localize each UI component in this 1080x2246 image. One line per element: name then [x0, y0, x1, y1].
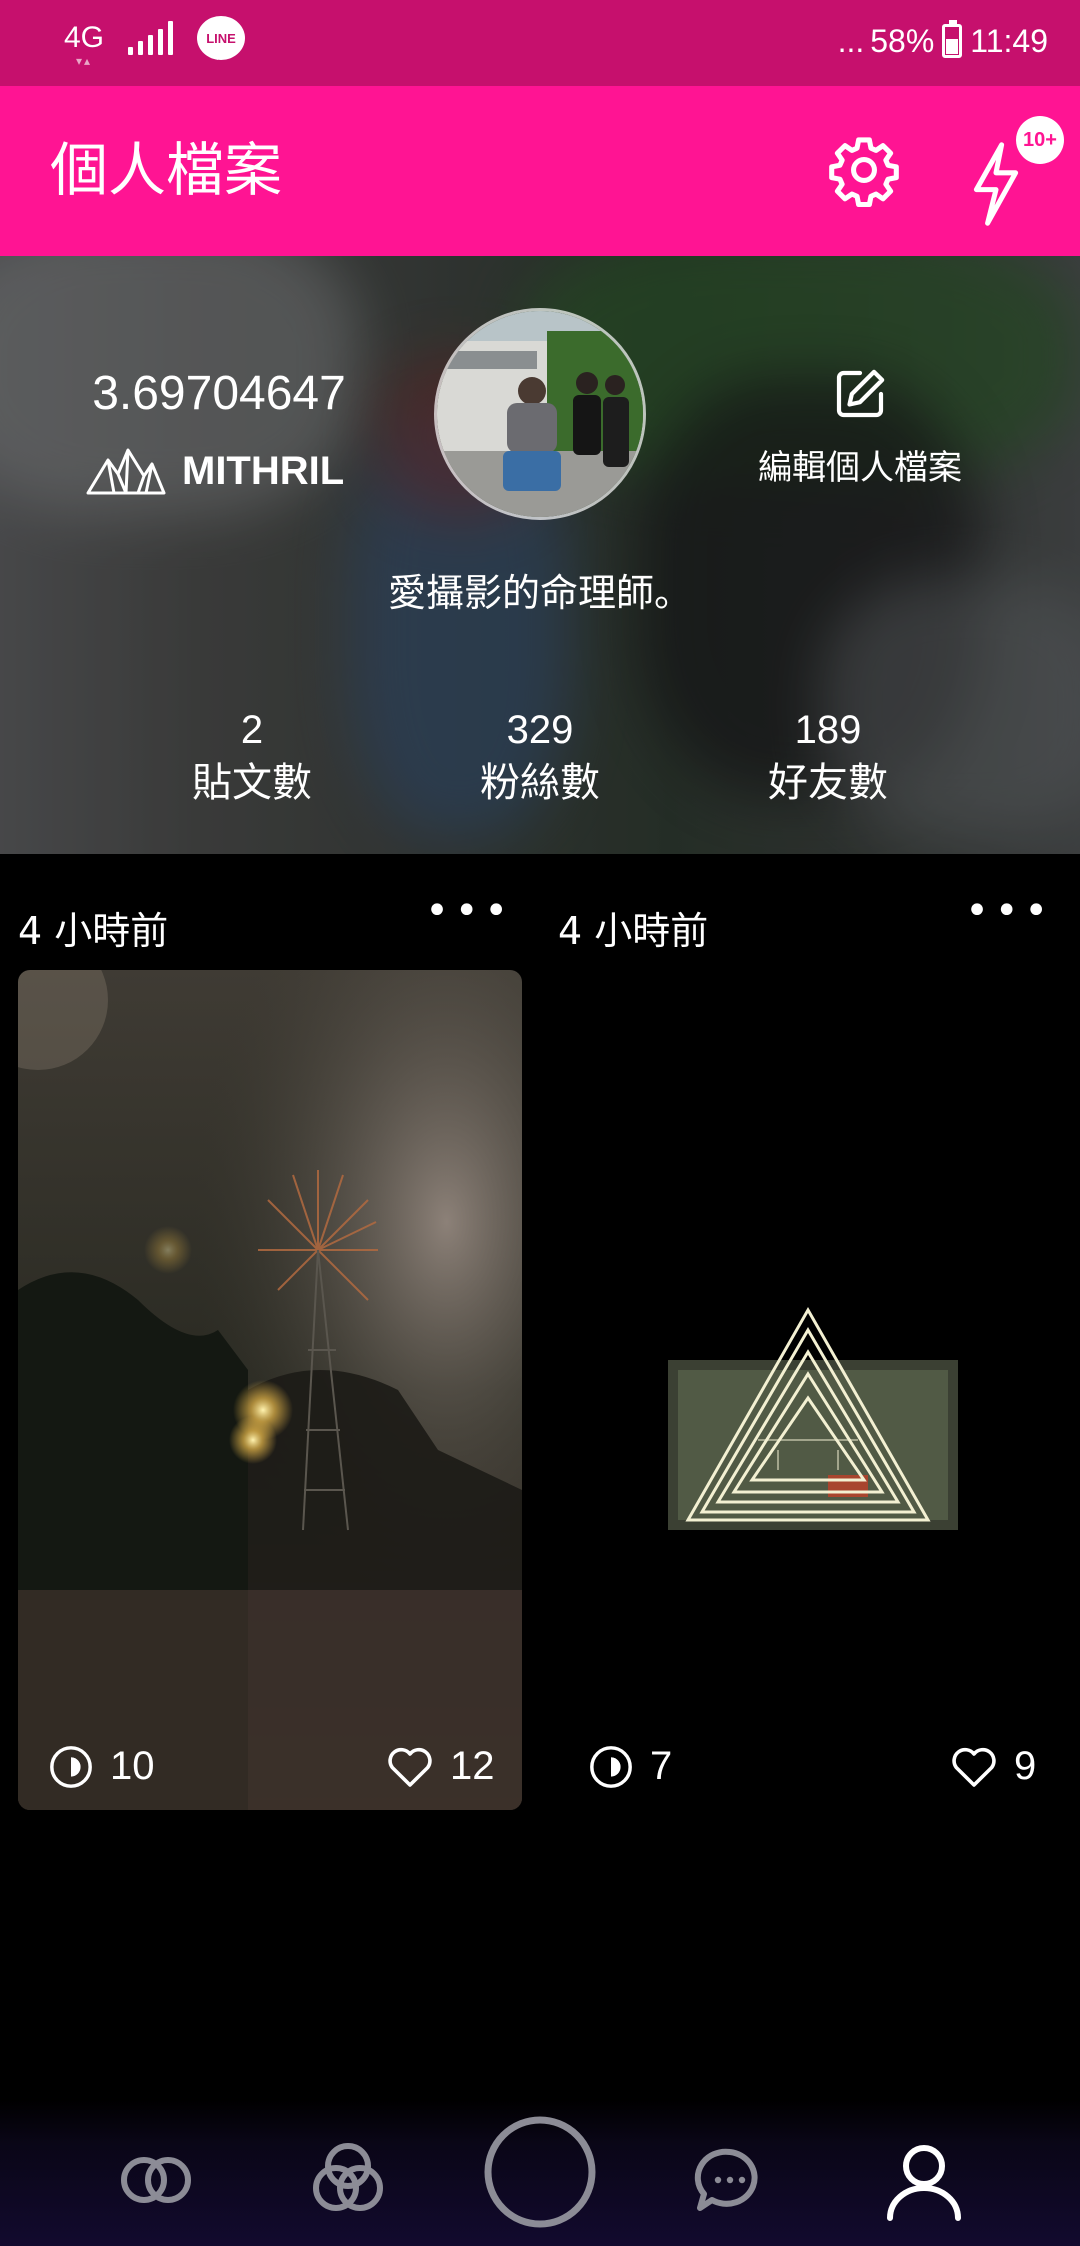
- stat-label: 粉絲數: [480, 760, 600, 806]
- status-right: ... 58% 11:49: [837, 20, 1048, 59]
- capture-ring-icon[interactable]: [480, 2112, 600, 2232]
- post-image-windmill[interactable]: [18, 970, 522, 1810]
- stat-value: 329: [506, 708, 574, 752]
- post-stats: 10 12: [18, 1730, 522, 1810]
- stat-value: 189: [794, 708, 862, 752]
- post-time: 4 小時前: [558, 909, 709, 953]
- mountain-logo-icon: [86, 448, 166, 495]
- like-count: 12: [450, 1744, 495, 1788]
- post-image-triangle[interactable]: [558, 970, 1062, 1810]
- neon-triangle-photo: [558, 970, 1062, 1810]
- status-left: 4G ▾▴ LINE: [64, 16, 246, 68]
- status-dots: ...: [837, 23, 865, 59]
- post-stats: 7 9: [558, 1730, 1062, 1810]
- token-name: MITHRIL: [182, 448, 345, 493]
- night-windmill-photo: [18, 970, 522, 1810]
- page-title: 個人檔案: [50, 136, 283, 204]
- chat-bubble-icon[interactable]: [680, 2130, 780, 2230]
- stat-value: 2: [240, 708, 264, 752]
- heart-icon[interactable]: [950, 1744, 998, 1788]
- token-label: MITHRIL: [86, 446, 344, 496]
- edit-icon: [836, 369, 885, 418]
- triple-circles-icon[interactable]: [298, 2130, 398, 2230]
- avatar-photo: [437, 311, 643, 517]
- lightning-icon: [973, 142, 1019, 226]
- status-bar: 4G ▾▴ LINE ... 58% 11:49: [0, 0, 1080, 86]
- battery-icon: [942, 20, 963, 58]
- view-icon: [590, 1746, 632, 1788]
- signal-icon: [128, 21, 174, 55]
- stat-label: 好友數: [768, 760, 888, 806]
- post-time: 4 小時前: [18, 909, 169, 953]
- token-balance: 3.69704647: [92, 367, 346, 420]
- profile-icon[interactable]: [874, 2130, 974, 2230]
- edit-profile-label: 編輯個人檔案: [758, 448, 962, 488]
- battery-percent: 58%: [870, 23, 935, 59]
- more-options-icon[interactable]: •••: [425, 888, 514, 934]
- app-bar: 個人檔案 10+: [0, 86, 1080, 256]
- clock: 11:49: [970, 23, 1048, 59]
- notifications-button[interactable]: 10+: [968, 116, 1064, 226]
- profile-bio: 愛攝影的命理師。: [387, 571, 692, 615]
- heart-icon[interactable]: [386, 1744, 434, 1788]
- view-icon: [50, 1746, 92, 1788]
- view-count: 7: [650, 1744, 673, 1788]
- gear-icon[interactable]: [826, 132, 902, 208]
- notification-badge: 10+: [1016, 116, 1064, 164]
- line-app-icon: LINE: [197, 16, 246, 60]
- network-label: 4G: [64, 21, 105, 54]
- more-options-icon[interactable]: •••: [965, 888, 1054, 934]
- stat-friends[interactable]: 189 好友數: [728, 706, 928, 812]
- like-count: 9: [1014, 1744, 1037, 1788]
- stat-followers[interactable]: 329 粉絲數: [440, 706, 640, 812]
- view-count: 10: [110, 1744, 155, 1788]
- data-arrows-icon: ▾▴: [76, 54, 93, 68]
- avatar[interactable]: [434, 308, 646, 520]
- edit-profile-button[interactable]: 編輯個人檔案: [740, 366, 980, 489]
- profile-header: 3.69704647 MITHRIL 編輯個人檔案 愛攝影的命理師。 2 貼文數…: [0, 256, 1080, 854]
- stat-posts[interactable]: 2 貼文數: [152, 706, 352, 812]
- bottom-nav: [0, 2100, 1080, 2246]
- stat-label: 貼文數: [192, 760, 312, 806]
- circles-icon[interactable]: [106, 2130, 206, 2230]
- network-indicator: 4G ▾▴: [64, 21, 105, 68]
